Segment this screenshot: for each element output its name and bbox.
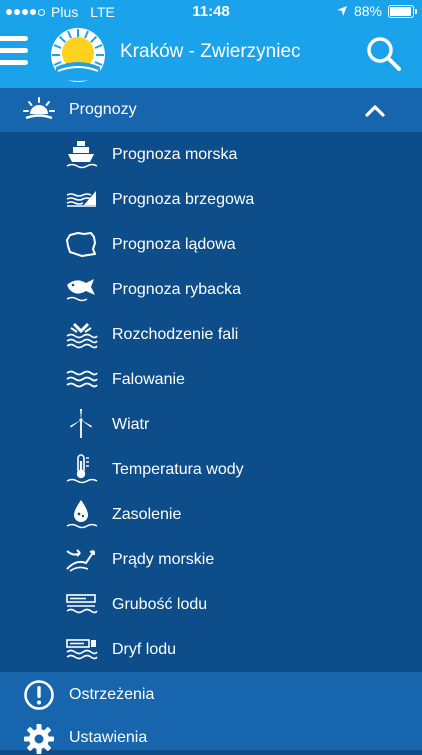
sea-currents-icon (66, 549, 95, 572)
menu-item-prognoza-brzegowa[interactable]: Prognoza brzegowa (0, 177, 422, 222)
menu-item-label: Grubość lodu (112, 596, 208, 613)
menu-item-ustawienia[interactable]: Ustawienia (0, 717, 422, 754)
section-label: Prognozy (69, 101, 137, 118)
sun-logo-icon (51, 28, 105, 82)
menu-item-wiatr[interactable]: Wiatr (0, 402, 422, 447)
menu-item-label: Zasolenie (112, 506, 182, 523)
ice-drift-icon (66, 639, 98, 660)
status-right: 88% (336, 3, 417, 19)
status-bar: Plus LTE 11:48 88% (0, 0, 422, 24)
menu-item-label: Ostrzeżenia (69, 686, 155, 703)
settings-gear-icon (24, 724, 54, 754)
menu-item-label: Wiatr (112, 416, 150, 433)
menu-section-prognozy[interactable]: Prognozy (0, 88, 422, 132)
salinity-drop-icon (66, 500, 98, 529)
menu-item-label: Prognoza rybacka (112, 281, 241, 298)
menu-item-label: Dryf lodu (112, 641, 177, 658)
menu-item-label: Ustawienia (69, 729, 148, 746)
menu-item-falowanie[interactable]: Falowanie (0, 357, 422, 402)
sun-cloud-icon (23, 97, 55, 120)
app-header: Kraków - Zwierzyniec (0, 24, 422, 88)
location-arrow-icon (336, 6, 347, 16)
forecast-submenu: Prognoza morska Prognoza brzegowa Progno… (0, 132, 422, 672)
chevron-up-icon[interactable] (364, 100, 386, 120)
fish-icon (66, 279, 95, 302)
poland-map-icon (66, 232, 96, 257)
menu-item-prognoza-ladowa[interactable]: Prognoza lądowa (0, 222, 422, 267)
menu-item-grubosc-lodu[interactable]: Grubość lodu (0, 582, 422, 627)
menu-item-prognoza-morska[interactable]: Prognoza morska (0, 132, 422, 177)
battery-icon (388, 4, 417, 18)
menu-item-temperatura-wody[interactable]: Temperatura wody (0, 447, 422, 492)
wind-turbine-icon (70, 409, 92, 438)
location-title[interactable]: Kraków - Zwierzyniec (120, 41, 301, 63)
menu-item-label: Prądy morskie (112, 551, 215, 568)
menu-item-dryf-lodu[interactable]: Dryf lodu (0, 627, 422, 672)
menu-item-label: Prognoza morska (112, 146, 238, 163)
menu-icon[interactable] (0, 36, 30, 72)
waves-icon (66, 370, 98, 388)
menu-item-label: Temperatura wody (112, 461, 244, 478)
menu-item-ostrzezenia[interactable]: Ostrzeżenia (0, 672, 422, 717)
warning-icon (24, 680, 54, 710)
search-icon[interactable] (364, 34, 404, 74)
menu-item-zasolenie[interactable]: Zasolenie (0, 492, 422, 537)
ship-icon (66, 141, 98, 169)
menu-item-prady-morskie[interactable]: Prądy morskie (0, 537, 422, 582)
coast-icon (66, 191, 96, 207)
menu-item-rozchodzenie-fali[interactable]: Rozchodzenie fali (0, 312, 422, 357)
menu-item-label: Rozchodzenie fali (112, 326, 239, 343)
menu-item-prognoza-rybacka[interactable]: Prognoza rybacka (0, 267, 422, 312)
menu-item-label: Falowanie (112, 371, 185, 388)
battery-percent: 88% (353, 3, 382, 19)
menu-item-label: Prognoza lądowa (112, 236, 236, 253)
wave-spread-icon (66, 322, 98, 349)
ice-thickness-icon (66, 594, 98, 614)
water-thermometer-icon (66, 454, 98, 484)
menu-item-label: Prognoza brzegowa (112, 191, 255, 208)
